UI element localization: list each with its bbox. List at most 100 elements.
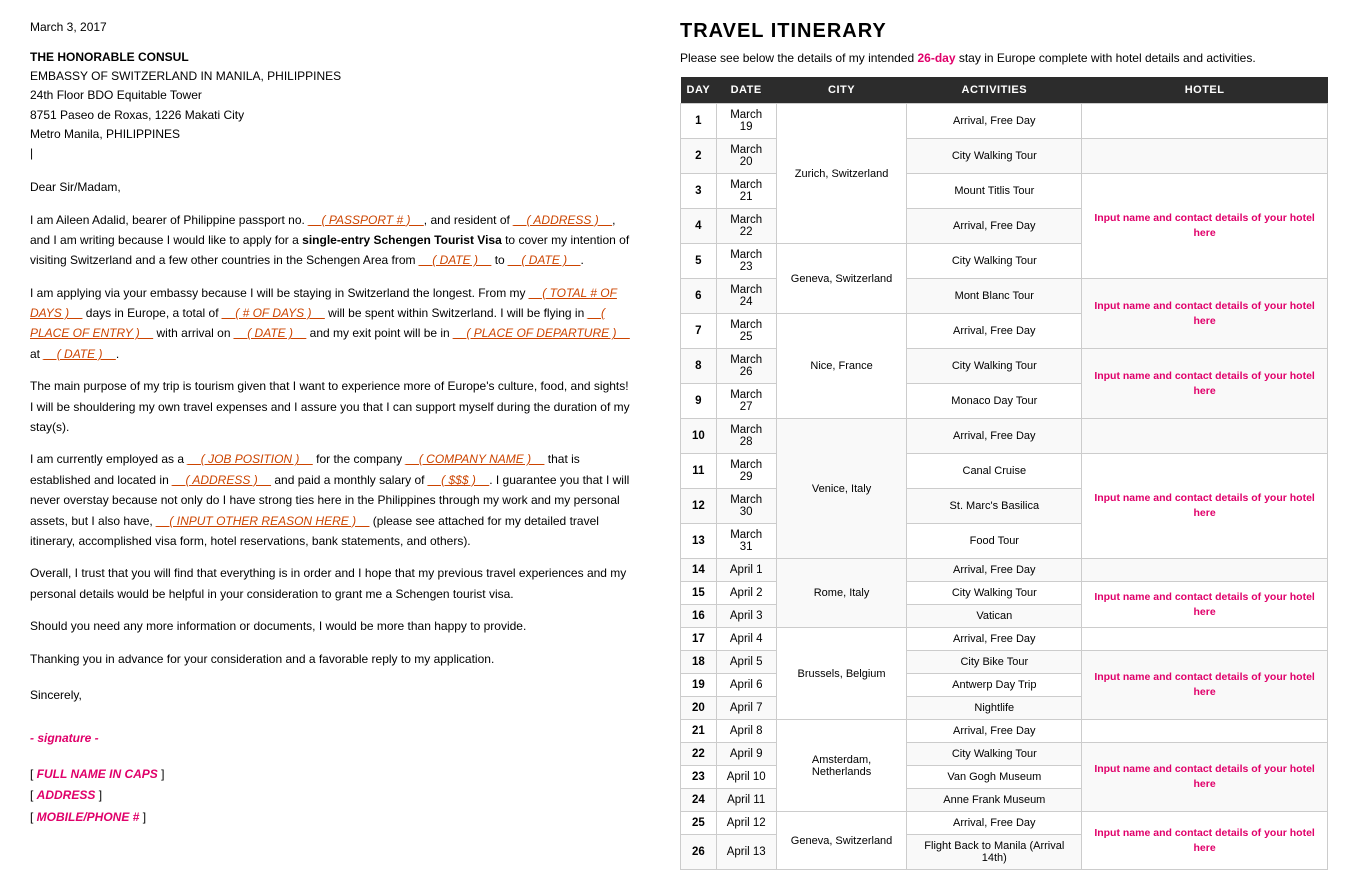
date-to-placeholder: __( DATE )__ bbox=[508, 253, 580, 267]
visa-type: single-entry Schengen Tourist Visa bbox=[302, 233, 502, 247]
letter-body: Dear Sir/Madam, I am Aileen Adalid, bear… bbox=[30, 177, 630, 669]
date-cell: March 20 bbox=[716, 139, 776, 174]
day-cell: 15 bbox=[681, 582, 717, 605]
date-cell: April 10 bbox=[716, 766, 776, 789]
date-cell: April 11 bbox=[716, 789, 776, 812]
city-cell: Rome, Italy bbox=[776, 559, 907, 628]
hotel-cell: Input name and contact details of your h… bbox=[1082, 454, 1328, 559]
day-cell: 6 bbox=[681, 279, 717, 314]
phone-placeholder: MOBILE/PHONE # bbox=[37, 810, 140, 824]
date-cell: March 30 bbox=[716, 489, 776, 524]
hotel-cell: Input name and contact details of your h… bbox=[1082, 279, 1328, 349]
hotel-cell: Input name and contact details of your h… bbox=[1082, 174, 1328, 279]
address-footer-placeholder: ADDRESS bbox=[37, 788, 96, 802]
address-placeholder-1: __( ADDRESS )__ bbox=[513, 213, 612, 227]
letter-date: March 3, 2017 bbox=[30, 20, 630, 34]
subtitle-post: stay in Europe complete with hotel detai… bbox=[956, 51, 1256, 65]
activities-cell: Arrival, Free Day bbox=[907, 104, 1082, 139]
date-cell: March 26 bbox=[716, 349, 776, 384]
footer-line-2: [ ADDRESS ] bbox=[30, 785, 630, 807]
activities-cell: St. Marc's Basilica bbox=[907, 489, 1082, 524]
city-cell: Venice, Italy bbox=[776, 419, 907, 559]
activities-cell: City Walking Tour bbox=[907, 139, 1082, 174]
activities-cell: Mount Titlis Tour bbox=[907, 174, 1082, 209]
date-cell: March 23 bbox=[716, 244, 776, 279]
itinerary-table: DAY DATE CITY ACTIVITIES HOTEL 1March 19… bbox=[680, 77, 1328, 870]
signature-text: - signature - bbox=[30, 731, 99, 745]
activities-cell: Mont Blanc Tour bbox=[907, 279, 1082, 314]
table-row: 25April 12Geneva, SwitzerlandArrival, Fr… bbox=[681, 812, 1328, 835]
day-cell: 18 bbox=[681, 651, 717, 674]
hotel-cell-empty bbox=[1082, 139, 1328, 174]
city-cell: Nice, France bbox=[776, 314, 907, 419]
hotel-cell-empty bbox=[1082, 419, 1328, 454]
day-cell: 5 bbox=[681, 244, 717, 279]
day-cell: 19 bbox=[681, 674, 717, 697]
paragraph-2: I am applying via your embassy because I… bbox=[30, 283, 630, 365]
full-name-placeholder: FULL NAME IN CAPS bbox=[37, 767, 158, 781]
activities-cell: Arrival, Free Day bbox=[907, 559, 1082, 582]
day-cell: 13 bbox=[681, 524, 717, 559]
job-position-placeholder: __( JOB POSITION )__ bbox=[187, 452, 312, 466]
day-cell: 2 bbox=[681, 139, 717, 174]
itinerary-title: TRAVEL ITINERARY bbox=[680, 20, 1328, 43]
exit-date-placeholder: __( DATE )__ bbox=[43, 347, 115, 361]
date-cell: March 27 bbox=[716, 384, 776, 419]
date-cell: April 5 bbox=[716, 651, 776, 674]
date-cell: March 24 bbox=[716, 279, 776, 314]
table-header-row: DAY DATE CITY ACTIVITIES HOTEL bbox=[681, 77, 1328, 104]
hotel-cell: Input name and contact details of your h… bbox=[1082, 743, 1328, 812]
city-cell: Zurich, Switzerland bbox=[776, 104, 907, 244]
date-cell: March 31 bbox=[716, 524, 776, 559]
activities-cell: Flight Back to Manila (Arrival 14th) bbox=[907, 835, 1082, 870]
activities-cell: City Walking Tour bbox=[907, 349, 1082, 384]
activities-cell: Arrival, Free Day bbox=[907, 209, 1082, 244]
day-cell: 25 bbox=[681, 812, 717, 835]
day-cell: 17 bbox=[681, 628, 717, 651]
hotel-cell-empty bbox=[1082, 628, 1328, 651]
activities-cell: City Walking Tour bbox=[907, 582, 1082, 605]
day-cell: 9 bbox=[681, 384, 717, 419]
activities-cell: Arrival, Free Day bbox=[907, 419, 1082, 454]
day-cell: 20 bbox=[681, 697, 717, 720]
date-cell: April 9 bbox=[716, 743, 776, 766]
other-reason-placeholder: __( INPUT OTHER REASON HERE )__ bbox=[156, 514, 369, 528]
day-cell: 1 bbox=[681, 104, 717, 139]
cursor-indicator: | bbox=[30, 144, 630, 163]
activities-cell: Arrival, Free Day bbox=[907, 812, 1082, 835]
arrival-date-placeholder: __( DATE )__ bbox=[234, 326, 306, 340]
footer-line-3: [ MOBILE/PHONE # ] bbox=[30, 807, 630, 829]
day-cell: 16 bbox=[681, 605, 717, 628]
day-cell: 3 bbox=[681, 174, 717, 209]
footer-section: [ FULL NAME IN CAPS ] [ ADDRESS ] [ MOBI… bbox=[30, 764, 630, 829]
paragraph-5: Overall, I trust that you will find that… bbox=[30, 563, 630, 604]
day-cell: 7 bbox=[681, 314, 717, 349]
date-cell: March 21 bbox=[716, 174, 776, 209]
activities-cell: Food Tour bbox=[907, 524, 1082, 559]
table-row: 17April 4Brussels, BelgiumArrival, Free … bbox=[681, 628, 1328, 651]
activities-cell: Monaco Day Tour bbox=[907, 384, 1082, 419]
passport-placeholder: __( PASSPORT # )__ bbox=[308, 213, 424, 227]
hotel-cell-empty bbox=[1082, 104, 1328, 139]
activities-cell: City Walking Tour bbox=[907, 244, 1082, 279]
col-hotel: HOTEL bbox=[1082, 77, 1328, 104]
date-cell: April 2 bbox=[716, 582, 776, 605]
date-cell: April 12 bbox=[716, 812, 776, 835]
day-cell: 4 bbox=[681, 209, 717, 244]
activities-cell: Van Gogh Museum bbox=[907, 766, 1082, 789]
salutation: Dear Sir/Madam, bbox=[30, 177, 630, 197]
city-cell: Geneva, Switzerland bbox=[776, 812, 907, 870]
company-name-placeholder: __( COMPANY NAME )__ bbox=[406, 452, 545, 466]
signature-section: Sincerely, - signature - bbox=[30, 685, 630, 750]
date-cell: April 3 bbox=[716, 605, 776, 628]
letter-panel: March 3, 2017 THE HONORABLE CONSUL EMBAS… bbox=[30, 20, 650, 870]
col-day: DAY bbox=[681, 77, 717, 104]
hotel-cell: Input name and contact details of your h… bbox=[1082, 349, 1328, 419]
date-cell: April 13 bbox=[716, 835, 776, 870]
paragraph-7: Thanking you in advance for your conside… bbox=[30, 649, 630, 669]
itinerary-subtitle: Please see below the details of my inten… bbox=[680, 51, 1328, 65]
address-placeholder-2: __( ADDRESS )__ bbox=[172, 473, 271, 487]
table-row: 1March 19Zurich, SwitzerlandArrival, Fre… bbox=[681, 104, 1328, 139]
date-cell: April 8 bbox=[716, 720, 776, 743]
date-cell: March 28 bbox=[716, 419, 776, 454]
